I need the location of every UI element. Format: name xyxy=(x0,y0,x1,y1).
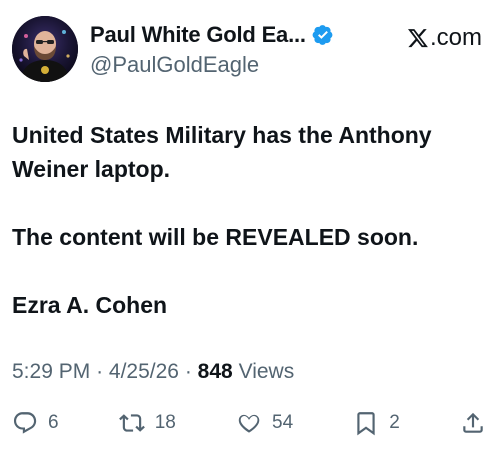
tweet-header: Paul White Gold Ea... @PaulGoldEagle .co… xyxy=(12,16,482,84)
tweet-paragraph: The content will be REVEALED soon. xyxy=(12,224,419,250)
tweet-time[interactable]: 5:29 PM xyxy=(12,360,90,383)
like-button[interactable]: 54 xyxy=(236,410,293,436)
avatar-image xyxy=(12,16,78,82)
x-logo-icon xyxy=(407,27,429,49)
views-label: Views xyxy=(238,360,295,383)
author-names: Paul White Gold Ea... @PaulGoldEagle xyxy=(90,20,334,78)
tweet-meta: 5:29 PM · 4/25/26 · 848 Views xyxy=(12,360,294,384)
brand-label: .com xyxy=(429,24,482,51)
tweet-date[interactable]: 4/25/26 xyxy=(109,360,179,383)
repost-count: 18 xyxy=(154,412,176,433)
tweet-card: Paul White Gold Ea... @PaulGoldEagle .co… xyxy=(0,0,500,469)
bookmark-count: 2 xyxy=(389,412,400,433)
views-count: 848 xyxy=(197,360,233,383)
display-name-row: Paul White Gold Ea... xyxy=(90,20,334,50)
reply-count: 6 xyxy=(48,412,59,433)
reply-icon xyxy=(12,410,38,436)
repost-button[interactable]: 18 xyxy=(118,410,176,436)
meta-separator: · xyxy=(96,360,104,383)
tweet-text: United States Military has the Anthony W… xyxy=(12,118,482,322)
share-button[interactable] xyxy=(460,410,486,436)
repost-icon xyxy=(118,410,145,436)
avatar[interactable] xyxy=(12,16,78,82)
author-handle[interactable]: @PaulGoldEagle xyxy=(90,52,334,78)
tweet-actions: 6 18 54 2 xyxy=(12,408,486,438)
meta-separator: · xyxy=(184,360,192,383)
tweet-paragraph: Ezra A. Cohen xyxy=(12,292,168,318)
verified-badge-icon xyxy=(312,24,334,46)
share-icon xyxy=(460,410,486,436)
like-count: 54 xyxy=(272,412,294,433)
bookmark-icon xyxy=(353,410,379,436)
heart-icon xyxy=(236,410,262,436)
display-name[interactable]: Paul White Gold Ea... xyxy=(90,22,306,48)
reply-button[interactable]: 6 xyxy=(12,410,59,436)
x-brand-link[interactable]: .com xyxy=(407,24,482,52)
bookmark-button[interactable]: 2 xyxy=(353,410,400,436)
tweet-paragraph: United States Military has the Anthony W… xyxy=(12,122,432,182)
